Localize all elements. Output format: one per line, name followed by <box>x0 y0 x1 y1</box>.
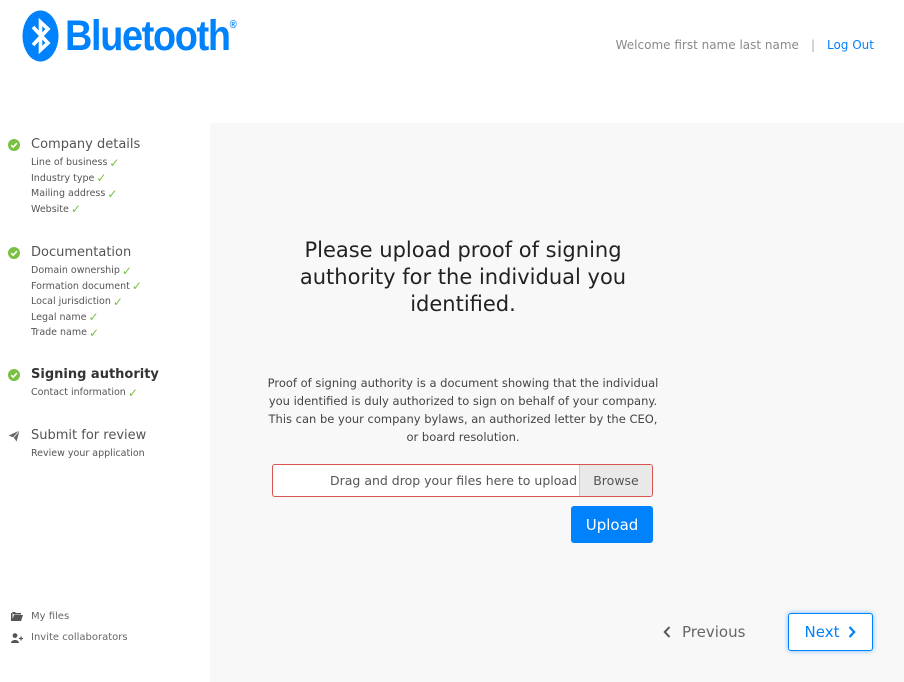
checkmark-icon: ✓ <box>127 385 138 400</box>
checkmark-icon: ✓ <box>88 325 100 340</box>
dropzone-text: Drag and drop your files here to upload <box>329 473 577 488</box>
next-label: Next <box>804 623 840 641</box>
sidebar-links: My files Invite collaborators <box>11 606 128 648</box>
step-title: Company details <box>31 137 141 152</box>
substep-mailing-address[interactable]: Mailing address ✓ <box>31 186 140 202</box>
description-text: Proof of signing authority is a document… <box>267 376 659 444</box>
checkmark-icon: ✓ <box>107 186 118 201</box>
checkmark-icon: ✓ <box>131 279 142 294</box>
file-dropzone[interactable]: Drag and drop your files here to upload … <box>272 464 653 497</box>
substep-legal-name[interactable]: Legal name ✓ <box>31 310 142 326</box>
my-files-link[interactable]: My files <box>11 606 128 627</box>
step-company-details[interactable]: Company details Line of business ✓ Indust… <box>8 137 140 217</box>
step-title: Submit for review <box>31 428 147 443</box>
invite-collaborators-label: Invite collaborators <box>31 632 128 643</box>
invite-collaborators-link[interactable]: Invite collaborators <box>11 627 128 648</box>
bluetooth-icon <box>22 10 59 62</box>
next-button[interactable]: Next <box>788 613 873 651</box>
logout-link[interactable]: Log Out <box>827 38 874 52</box>
checkmark-icon: ✓ <box>70 202 81 217</box>
substep-trade-name[interactable]: Trade name ✓ <box>31 325 142 341</box>
check-circle-icon <box>8 246 20 259</box>
my-files-label: My files <box>31 611 70 622</box>
checkmark-icon: ✓ <box>112 294 123 309</box>
main-panel: Please upload proof of signing authority… <box>210 123 904 682</box>
substep-line-of-business[interactable]: Line of business ✓ <box>31 155 140 171</box>
substep-contact-information[interactable]: Contact information ✓ <box>31 385 159 401</box>
substep-local-jurisdiction[interactable]: Local jurisdiction ✓ <box>31 294 142 310</box>
brand-name: Bluetooth® <box>65 11 237 60</box>
chevron-right-icon <box>849 626 857 638</box>
trademark-symbol: ® <box>229 19 237 32</box>
header-separator: | <box>810 38 815 52</box>
upload-button[interactable]: Upload <box>571 506 653 543</box>
check-circle-icon <box>8 368 20 381</box>
substep-review-application[interactable]: Review your application <box>31 446 146 462</box>
previous-button[interactable]: Previous <box>663 623 745 641</box>
checkmark-icon: ✓ <box>121 263 132 278</box>
previous-label: Previous <box>682 623 746 641</box>
step-submit-for-review[interactable]: Submit for review Review your applicatio… <box>8 428 146 462</box>
browse-button[interactable]: Browse <box>579 465 652 496</box>
checkmark-icon: ✓ <box>109 155 120 170</box>
welcome-text: Welcome first name last name <box>615 38 799 52</box>
step-documentation[interactable]: Documentation Domain ownership ✓ Formatio… <box>8 245 142 341</box>
bluetooth-logo[interactable]: Bluetooth® <box>22 10 260 62</box>
substep-formation-document[interactable]: Formation document ✓ <box>31 279 142 295</box>
page-title: Please upload proof of signing authority… <box>299 238 627 316</box>
user-bar: Welcome first name last name | Log Out <box>616 38 874 52</box>
folder-icon <box>11 612 23 621</box>
checkmark-icon: ✓ <box>88 310 99 325</box>
checkmark-icon: ✓ <box>96 171 107 186</box>
substep-website[interactable]: Website ✓ <box>31 202 140 218</box>
substep-industry-type[interactable]: Industry type ✓ <box>31 171 140 187</box>
step-title: Signing authority <box>31 367 159 382</box>
chevron-left-icon <box>663 626 671 638</box>
add-user-icon <box>11 632 23 643</box>
step-title: Documentation <box>31 245 132 260</box>
step-signing-authority[interactable]: Signing authority Contact information ✓ <box>8 367 159 401</box>
substep-domain-ownership[interactable]: Domain ownership ✓ <box>31 263 142 279</box>
paper-plane-icon <box>8 429 20 441</box>
check-circle-icon <box>8 138 20 151</box>
